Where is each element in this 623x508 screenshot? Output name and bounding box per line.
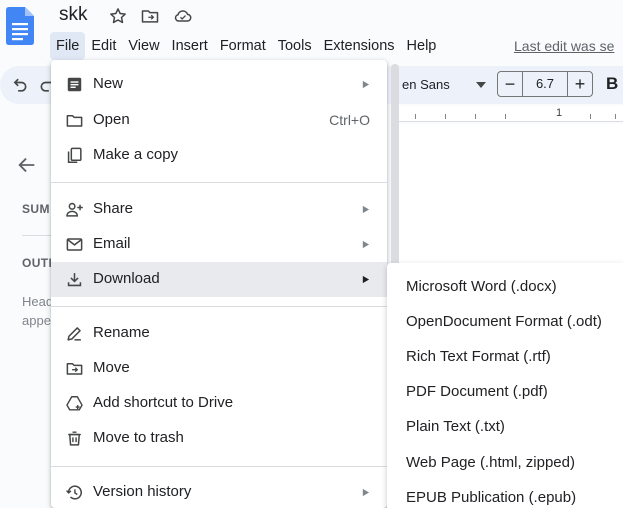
submenu-arrow-icon: [362, 80, 370, 89]
download-docx[interactable]: Microsoft Word (.docx): [387, 270, 623, 305]
download-icon: [67, 273, 82, 287]
menu-item-make-a-copy[interactable]: Make a copy: [51, 138, 387, 173]
download-epub[interactable]: EPUB Publication (.epub): [387, 481, 623, 508]
menu-scrollbar[interactable]: [391, 64, 399, 269]
submenu-item-label: OpenDocument Format (.odt): [406, 313, 602, 330]
document-icon: [67, 77, 82, 92]
download-pdf[interactable]: PDF Document (.pdf): [387, 375, 623, 410]
horizontal-ruler[interactable]: 1: [395, 106, 623, 122]
menu-item-rename[interactable]: Rename: [51, 316, 387, 351]
menu-item-label: Version history: [93, 483, 192, 500]
menu-item-label: Move to trash: [93, 429, 184, 446]
menu-item-download[interactable]: Download: [51, 262, 387, 297]
submenu-item-label: EPUB Publication (.epub): [406, 489, 577, 506]
menu-item-new[interactable]: New: [51, 67, 387, 102]
menu-item-label: Make a copy: [93, 146, 179, 163]
submenu-item-label: Plain Text (.txt): [406, 418, 505, 435]
star-icon[interactable]: [108, 6, 128, 26]
submenu-arrow-icon: [362, 275, 370, 284]
outline-hint-line: Head: [22, 294, 54, 309]
docs-logo-icon[interactable]: [6, 7, 34, 45]
submenu-arrow-icon: [362, 240, 370, 249]
menu-bar: File Edit View Insert Format Tools Exten…: [50, 32, 442, 60]
font-family-select[interactable]: en Sans: [402, 77, 450, 92]
side-divider: [22, 235, 52, 236]
menu-help[interactable]: Help: [401, 32, 443, 60]
menu-item-label: Share: [93, 200, 134, 217]
submenu-arrow-icon: [362, 488, 370, 497]
submenu-item-label: Rich Text Format (.rtf): [406, 348, 551, 365]
submenu-item-label: Microsoft Word (.docx): [406, 278, 557, 295]
menu-divider: [51, 182, 387, 183]
back-arrow-icon[interactable]: [16, 154, 38, 176]
menu-item-email[interactable]: Email: [51, 227, 387, 262]
submenu-arrow-icon: [362, 205, 370, 214]
download-txt[interactable]: Plain Text (.txt): [387, 410, 623, 445]
folder-icon: [66, 114, 83, 127]
download-rtf[interactable]: Rich Text Format (.rtf): [387, 340, 623, 375]
ruler-tick: [505, 114, 506, 119]
menu-divider: [51, 466, 387, 467]
top-header: skk File Edit View Insert Format Tools E…: [0, 0, 623, 62]
menu-item-version-history[interactable]: Version history: [51, 475, 387, 508]
trash-icon: [68, 431, 81, 446]
submenu-item-label: PDF Document (.pdf): [406, 383, 548, 400]
bold-button[interactable]: B: [606, 74, 618, 94]
undo-icon[interactable]: [9, 75, 29, 95]
menu-item-label: Move: [93, 359, 130, 376]
share-person-icon: [66, 202, 83, 217]
drive-shortcut-icon: [66, 396, 83, 411]
submenu-item-label: Web Page (.html, zipped): [406, 454, 575, 471]
minus-label: −: [504, 74, 516, 94]
download-submenu: Microsoft Word (.docx) OpenDocument Form…: [387, 263, 623, 508]
menu-item-share[interactable]: Share: [51, 192, 387, 227]
cloud-status-icon[interactable]: [173, 6, 193, 26]
menu-item-move[interactable]: Move: [51, 351, 387, 386]
menu-item-label: Add shortcut to Drive: [93, 394, 234, 411]
ruler-tick: [475, 114, 476, 119]
ruler-tick: [415, 114, 416, 119]
menu-edit[interactable]: Edit: [85, 32, 122, 60]
outline-hint-line: appe: [22, 313, 51, 328]
copy-icon: [67, 147, 82, 163]
ruler-number: 1: [556, 107, 563, 119]
history-icon: [66, 485, 82, 500]
menu-extensions[interactable]: Extensions: [318, 32, 401, 60]
ruler-tick: [590, 114, 591, 119]
menu-view[interactable]: View: [122, 32, 165, 60]
rename-icon: [67, 327, 81, 341]
menu-item-move-to-trash[interactable]: Move to trash: [51, 421, 387, 456]
menu-item-label: Rename: [93, 324, 150, 341]
menu-item-label: Download: [93, 270, 160, 287]
plus-label: +: [574, 74, 586, 94]
caret-down-icon[interactable]: [476, 82, 486, 88]
font-size-input[interactable]: 6.7: [522, 71, 568, 97]
move-folder-icon[interactable]: [140, 6, 160, 26]
download-odt[interactable]: OpenDocument Format (.odt): [387, 305, 623, 340]
download-html[interactable]: Web Page (.html, zipped): [387, 446, 623, 481]
menu-format[interactable]: Format: [214, 32, 272, 60]
menu-tools[interactable]: Tools: [272, 32, 318, 60]
increase-font-size-button[interactable]: +: [567, 71, 593, 97]
file-menu: New Open Ctrl+O Make a copy Share Email: [51, 60, 387, 508]
menu-item-label: New: [93, 75, 124, 92]
menu-item-label: Open: [93, 111, 130, 128]
move-icon: [66, 362, 83, 375]
menu-item-label: Email: [93, 235, 131, 252]
menu-insert[interactable]: Insert: [166, 32, 214, 60]
menu-item-open[interactable]: Open Ctrl+O: [51, 103, 387, 138]
ruler-tick: [445, 114, 446, 119]
menu-file[interactable]: File: [50, 32, 86, 60]
decrease-font-size-button[interactable]: −: [497, 71, 523, 97]
document-title[interactable]: skk: [59, 4, 88, 26]
email-icon: [66, 238, 83, 251]
summary-label: SUM: [22, 202, 50, 216]
keyboard-shortcut: Ctrl+O: [329, 112, 370, 128]
menu-divider: [51, 306, 387, 307]
menu-item-add-shortcut[interactable]: Add shortcut to Drive: [51, 386, 387, 421]
last-edit-link[interactable]: Last edit was se: [514, 38, 614, 54]
ruler-tick: [615, 114, 616, 119]
